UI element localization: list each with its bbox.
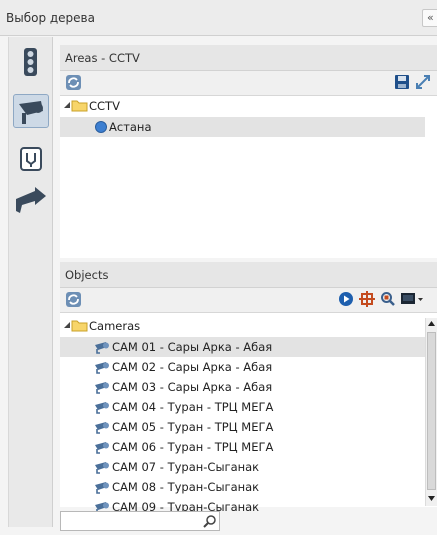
tree-node-label: Cameras: [89, 319, 141, 333]
sidebar-button-junctions[interactable]: [13, 143, 49, 177]
sidebar-button-traffic-lights[interactable]: [13, 45, 49, 79]
collapse-button[interactable]: «: [422, 9, 437, 27]
search-icon[interactable]: [203, 514, 217, 528]
objects-scrollbar[interactable]: [425, 318, 437, 506]
scroll-down-icon[interactable]: [427, 494, 436, 503]
play-icon[interactable]: [338, 291, 354, 307]
camera-list-item[interactable]: CAM 07 - Туран-Сыганак: [60, 457, 425, 477]
category-sidebar: [8, 37, 53, 527]
search-input[interactable]: [63, 513, 202, 530]
grid-settings-icon[interactable]: [359, 291, 375, 307]
expand-arrow-icon[interactable]: [63, 102, 71, 110]
globe-icon: [95, 121, 107, 133]
camera-icon: [95, 402, 109, 414]
camera-label: CAM 06 - Туран - ТРЦ МЕГА: [112, 440, 274, 454]
window-title: Выбор дерева: [6, 11, 95, 25]
camera-label: CAM 05 - Туран - ТРЦ МЕГА: [112, 420, 274, 434]
camera-list-item[interactable]: CAM 02 - Сары Арка - Абая: [60, 357, 425, 377]
road-fork-icon: [20, 147, 42, 171]
tree-node-cameras[interactable]: Cameras: [60, 316, 425, 336]
camera-icon: [95, 442, 109, 454]
camera-icon: [95, 422, 109, 434]
save-icon[interactable]: [394, 74, 410, 90]
scroll-thumb[interactable]: [427, 332, 436, 490]
window-titlebar: Выбор дерева «: [0, 0, 437, 36]
refresh-icon[interactable]: [65, 291, 83, 309]
expand-icon[interactable]: [415, 74, 431, 90]
camera-list-item[interactable]: CAM 01 - Сары Арка - Абая: [60, 337, 425, 357]
expand-arrow-icon[interactable]: [63, 322, 71, 330]
objects-toolbar: [60, 288, 437, 312]
areas-toolbar: [60, 71, 437, 95]
camera-icon: [95, 362, 109, 374]
refresh-icon[interactable]: [65, 74, 83, 92]
camera-list-item[interactable]: CAM 04 - Туран - ТРЦ МЕГА: [60, 397, 425, 417]
folder-icon: [71, 320, 88, 332]
camera-label: CAM 04 - Туран - ТРЦ МЕГА: [112, 400, 274, 414]
objects-tree: Cameras CAM 01 - Сары Арка - Абая CAM 02 …: [60, 312, 437, 514]
zoom-settings-icon[interactable]: [380, 291, 396, 307]
sidebar-button-signs[interactable]: [13, 185, 49, 219]
collapse-icon: «: [427, 11, 434, 24]
camera-icon: [95, 482, 109, 494]
objects-panel-title: Objects: [65, 268, 109, 282]
areas-panel-header: Areas - CCTV: [60, 45, 437, 71]
scroll-up-icon[interactable]: [427, 319, 436, 328]
camera-icon: [95, 382, 109, 394]
camera-label: CAM 02 - Сары Арка - Абая: [112, 360, 273, 374]
camera-label: CAM 03 - Сары Арка - Абая: [112, 380, 273, 394]
folder-icon: [71, 100, 88, 112]
camera-list-item[interactable]: CAM 06 - Туран - ТРЦ МЕГА: [60, 437, 425, 457]
camera-list-item[interactable]: CAM 08 - Туран-Сыганак: [60, 477, 425, 497]
sidebar-button-cameras[interactable]: [13, 94, 49, 128]
tree-node-cctv[interactable]: CCTV: [60, 96, 425, 116]
areas-panel-title: Areas - CCTV: [65, 51, 140, 65]
camera-list-item[interactable]: CAM 03 - Сары Арка - Абая: [60, 377, 425, 397]
camera-label: CAM 01 - Сары Арка - Абая: [112, 340, 273, 354]
tree-node-label: CCTV: [89, 99, 120, 113]
objects-panel-header: Objects: [60, 262, 437, 288]
monitor-dropdown-icon[interactable]: [400, 291, 424, 307]
turn-sign-icon: [16, 187, 46, 213]
traffic-light-icon: [24, 48, 37, 76]
camera-list-item[interactable]: CAM 05 - Туран - ТРЦ МЕГА: [60, 417, 425, 437]
camera-icon: [95, 342, 109, 354]
camera-label: CAM 07 - Туран-Сыганак: [112, 460, 260, 474]
objects-search: [60, 511, 220, 531]
tree-node-astana[interactable]: Астана: [60, 117, 425, 137]
camera-icon: [95, 462, 109, 474]
cctv-camera-icon: [19, 101, 43, 124]
camera-label: CAM 08 - Туран-Сыганак: [112, 480, 260, 494]
tree-node-label: Астана: [109, 120, 152, 134]
areas-tree: CCTV Астана: [60, 95, 437, 258]
